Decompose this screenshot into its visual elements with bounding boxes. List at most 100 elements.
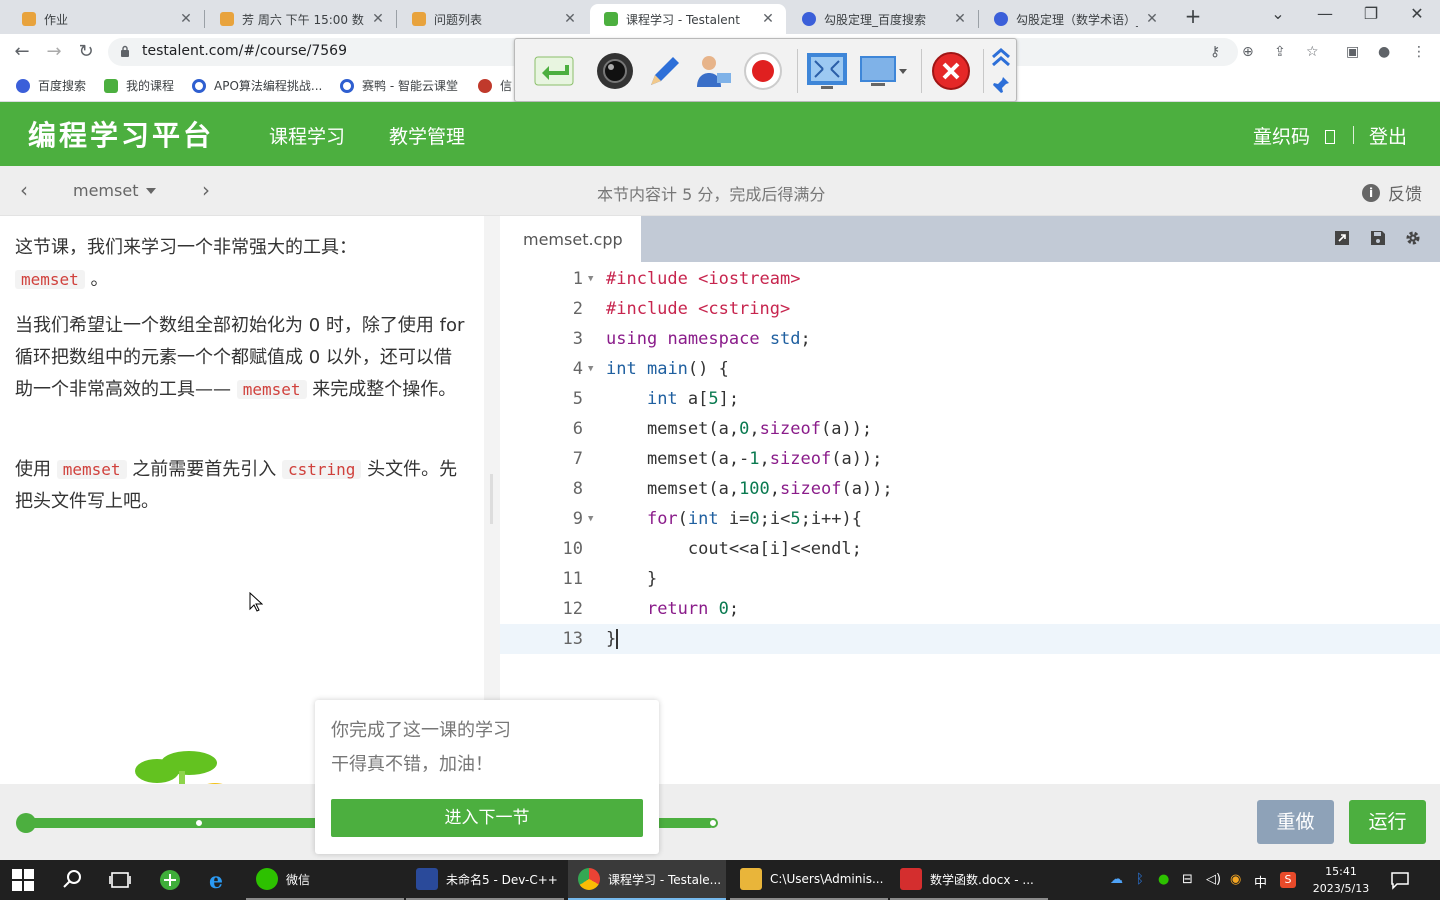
browser-tab[interactable]: 芳 周六 下午 15:00 数学 ✕ — [206, 4, 396, 34]
close-tab-icon[interactable]: ✕ — [178, 11, 194, 27]
zoom-icon[interactable]: ⊕ — [1242, 44, 1254, 60]
feedback-button[interactable]: i 反馈 — [1362, 180, 1422, 205]
taskbar-app-explorer[interactable]: C:\Users\Adminis... — [730, 860, 888, 900]
next-lesson-button[interactable]: 进入下一节 — [331, 799, 643, 837]
back-arrow-icon[interactable]: ← — [10, 40, 34, 64]
camera-lens-icon[interactable] — [595, 51, 635, 91]
fullscreen-capture-icon[interactable] — [805, 51, 849, 91]
baidu-paw-icon — [802, 12, 816, 26]
close-window-button[interactable]: ✕ — [1402, 4, 1432, 23]
bookmark-item[interactable]: 赛鸭 - 智能云课堂 — [340, 77, 458, 94]
taskbar-app-wps[interactable]: 数学函数.docx - ... — [890, 860, 1048, 900]
close-tab-icon[interactable]: ✕ — [1144, 11, 1160, 27]
tab-favicon-icon — [22, 12, 36, 26]
bookmark-item[interactable]: 信 — [478, 77, 512, 94]
previous-lesson-chevron-icon[interactable]: ‹ — [20, 178, 28, 202]
code-line: 3 using namespace std; — [572, 329, 811, 349]
pen-icon[interactable] — [643, 51, 683, 91]
editor-file-tab[interactable]: memset.cpp — [500, 216, 641, 262]
tab-search-icon[interactable]: ⌄ — [1263, 4, 1293, 23]
wechat-tray-icon[interactable]: ● — [1158, 872, 1169, 887]
progress-step-marker[interactable] — [708, 818, 718, 828]
nav-teaching-management[interactable]: 教学管理 — [389, 122, 465, 149]
caret-down-icon — [146, 187, 157, 194]
close-tab-icon[interactable]: ✕ — [952, 11, 968, 27]
bookmark-item[interactable]: 我的课程 — [104, 77, 174, 94]
sogou-input-icon[interactable]: S — [1280, 872, 1296, 888]
notification-center-icon[interactable] — [1390, 870, 1410, 890]
browser-tab[interactable]: 作业 ✕ — [8, 4, 204, 34]
network-icon[interactable]: ⊟ — [1182, 872, 1193, 887]
taskbar-app-chrome[interactable]: 课程学习 - Testale... — [568, 860, 726, 900]
collapse-up-icon[interactable] — [989, 45, 1013, 69]
side-panel-icon[interactable]: ▣ — [1346, 44, 1359, 60]
expand-editor-icon[interactable] — [1333, 229, 1351, 247]
progress-step-marker[interactable] — [194, 818, 204, 828]
profile-avatar-icon[interactable]: ● — [1378, 44, 1390, 60]
chrome-icon — [578, 868, 600, 890]
minimize-button[interactable]: — — [1310, 4, 1340, 23]
fold-arrow-icon[interactable]: ▼ — [588, 264, 593, 294]
new-tab-button[interactable]: + — [1182, 6, 1204, 28]
cloud-icon[interactable]: ☁ — [1110, 872, 1123, 887]
record-button-icon[interactable] — [743, 51, 783, 91]
key-icon[interactable]: ⚷ — [1210, 44, 1220, 60]
browser-tab[interactable]: 勾股定理_百度搜索 ✕ — [788, 4, 978, 34]
pin-icon[interactable] — [991, 75, 1011, 95]
code-line-active: 13 } — [500, 624, 1440, 654]
browser-360-icon[interactable] — [158, 868, 182, 892]
return-arrow-icon[interactable] — [533, 51, 577, 91]
tab-favicon-icon — [220, 12, 234, 26]
search-icon[interactable] — [60, 868, 84, 892]
browser-tab[interactable]: 勾股定理（数学术语）_ ✕ — [980, 4, 1170, 34]
browser-tab[interactable]: 问题列表 ✕ — [398, 4, 588, 34]
browser-tab-active[interactable]: 课程学习 - Testalent ✕ — [590, 4, 786, 34]
svg-text:e: e — [209, 868, 223, 892]
completion-message: 你完成了这一课的学习 — [331, 720, 511, 741]
bookmark-star-icon[interactable]: ☆ — [1306, 44, 1319, 60]
system-clock[interactable]: 15:41 2023/5/13 — [1306, 863, 1376, 897]
fold-arrow-icon[interactable]: ▼ — [588, 504, 593, 534]
menu-kebab-icon[interactable]: ⋮ — [1412, 44, 1426, 60]
settings-gear-icon[interactable] — [1404, 229, 1422, 247]
run-button[interactable]: 运行 — [1349, 800, 1426, 844]
close-tab-icon[interactable]: ✕ — [760, 11, 776, 27]
restore-button[interactable]: ❐ — [1356, 4, 1386, 23]
bookmark-item[interactable]: APO算法编程挑战... — [192, 77, 322, 94]
user-name[interactable]: 童织码 — [1253, 122, 1310, 149]
ime-language-indicator[interactable]: 中 — [1254, 872, 1267, 891]
devcpp-icon — [416, 868, 438, 890]
close-tab-icon[interactable]: ✕ — [370, 11, 386, 27]
close-recorder-icon[interactable] — [931, 51, 971, 91]
ime-mascot-icon[interactable]: ◉ — [1230, 872, 1241, 887]
bookmark-item[interactable]: 百度搜索 — [16, 77, 86, 94]
screen-select-icon[interactable] — [859, 51, 909, 91]
screen-recorder-toolbar — [514, 38, 1017, 102]
completion-popup: 你完成了这一课的学习 干得真不错，加油！ 进入下一节 — [315, 700, 659, 854]
pane-resize-divider[interactable] — [484, 216, 500, 784]
site-logo[interactable]: 编程学习平台 — [28, 114, 214, 154]
reload-icon[interactable]: ↻ — [74, 40, 98, 64]
presenter-icon[interactable] — [693, 51, 733, 91]
user-menu-icon[interactable] — [1325, 130, 1335, 144]
next-lesson-chevron-icon[interactable]: › — [202, 178, 210, 202]
taskbar-app-wechat[interactable]: 微信 — [246, 860, 404, 900]
lesson-selector[interactable]: memset — [73, 181, 157, 200]
forward-arrow-icon[interactable]: → — [42, 40, 66, 64]
baidu-paw-icon — [994, 12, 1008, 26]
task-view-icon[interactable] — [108, 868, 132, 892]
progress-start-marker[interactable] — [16, 813, 36, 833]
share-icon[interactable]: ⇪ — [1274, 44, 1286, 60]
volume-icon[interactable]: ◁) — [1206, 872, 1221, 887]
close-tab-icon[interactable]: ✕ — [562, 11, 578, 27]
fold-arrow-icon[interactable]: ▼ — [588, 354, 593, 384]
nav-course-learning[interactable]: 课程学习 — [269, 122, 345, 149]
logout-link[interactable]: 登出 — [1369, 122, 1407, 149]
redo-button[interactable]: 重做 — [1257, 800, 1334, 844]
windows-start-icon[interactable] — [12, 869, 34, 891]
internet-explorer-icon[interactable]: e — [206, 868, 230, 892]
save-icon[interactable] — [1369, 229, 1387, 247]
bluetooth-icon[interactable]: ᛒ — [1136, 872, 1144, 887]
info-icon: i — [1362, 183, 1380, 202]
taskbar-app-devcpp[interactable]: 未命名5 - Dev-C++ — [406, 860, 564, 900]
